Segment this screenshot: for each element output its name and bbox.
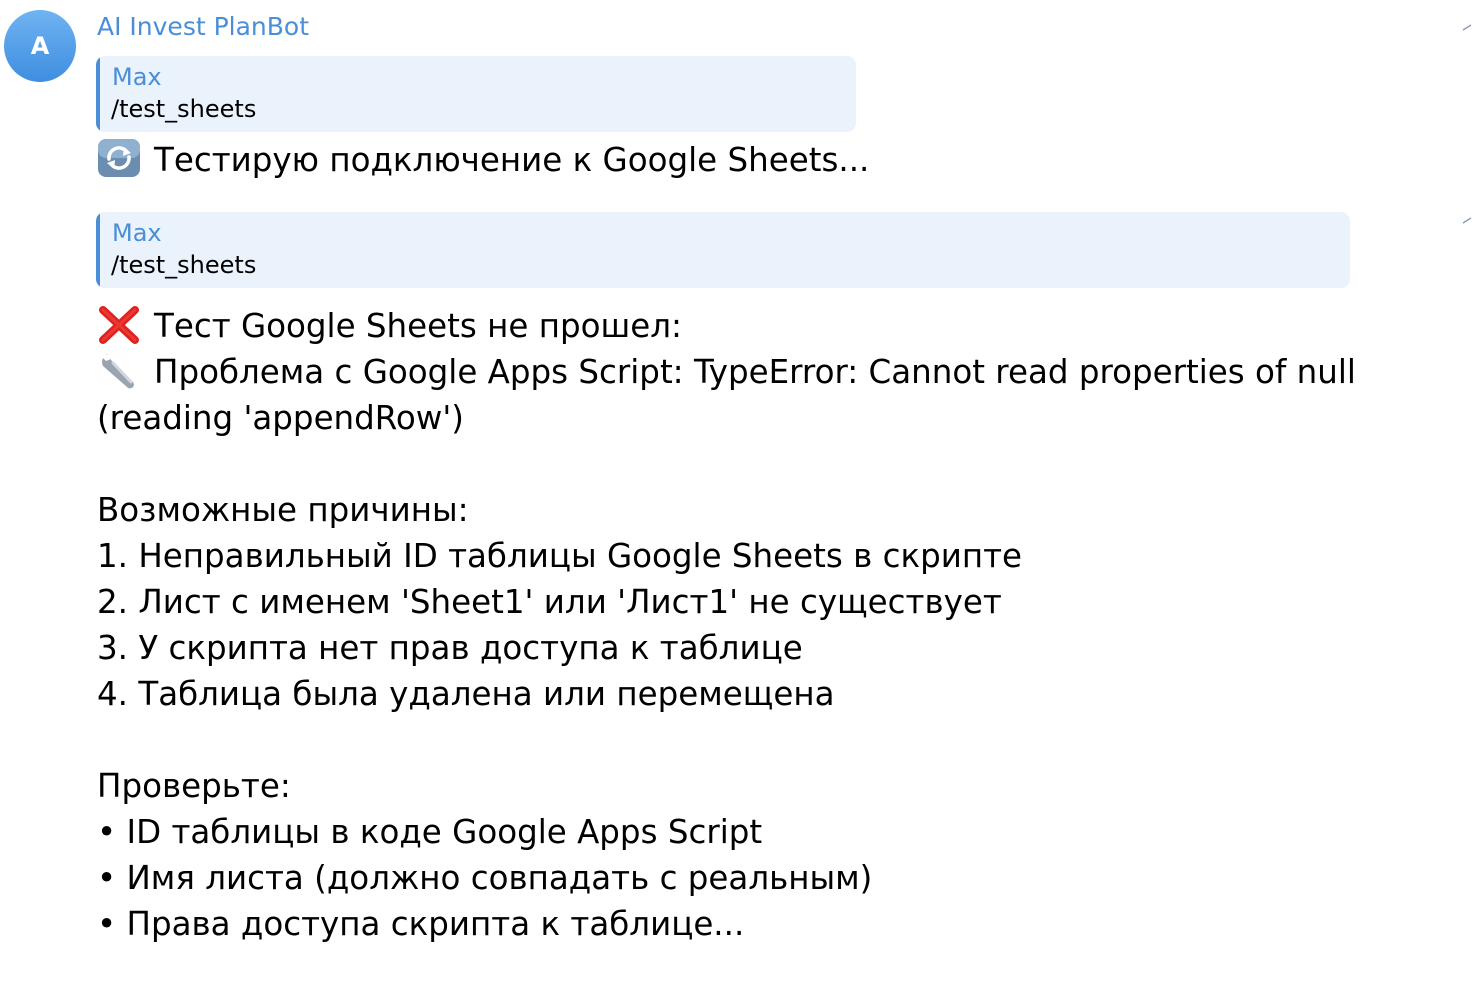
message-line-text: Проблема с Google Apps Script: TypeError… — [154, 353, 1356, 391]
message-text: Тестирую подключение к Google Sheets... — [97, 137, 869, 183]
message-line: • Права доступа скрипта к таблице... — [97, 905, 745, 943]
cross-icon — [99, 306, 139, 344]
read-status-icon — [1462, 217, 1472, 224]
message-line: 1. Неправильный ID таблицы Google Sheets… — [97, 537, 1023, 575]
message-line: 2. Лист с именем 'Sheet1' или 'Лист1' не… — [97, 583, 1002, 621]
message-line: Тест Google Sheets не прошел: — [97, 303, 682, 349]
reply-quote[interactable]: Max /test_sheets — [96, 56, 856, 132]
reply-text: /test_sheets — [111, 95, 257, 123]
message-line: Проверьте: — [97, 767, 291, 805]
sender-name[interactable]: AI Invest PlanBot — [97, 10, 309, 44]
message-line: Возможные причины: — [97, 491, 469, 529]
message-line: Проблема с Google Apps Script: TypeError… — [97, 349, 1356, 395]
message-line-text: Тест Google Sheets не прошел: — [154, 307, 682, 345]
reply-quote[interactable]: Max /test_sheets — [96, 212, 1350, 288]
message-line: 3. У скрипта нет прав доступа к таблице — [97, 629, 803, 667]
message-line: • ID таблицы в коде Google Apps Script — [97, 813, 763, 851]
message-line: 4. Таблица была удалена или перемещена — [97, 675, 835, 713]
message-line: (reading 'appendRow') — [97, 399, 464, 437]
wrench-icon — [101, 354, 134, 389]
message-text-content: Тестирую подключение к Google Sheets... — [154, 141, 870, 179]
refresh-icon — [98, 139, 140, 177]
reply-author: Max — [112, 219, 162, 247]
reply-text: /test_sheets — [111, 251, 257, 279]
bot-avatar[interactable]: A — [4, 10, 76, 82]
reply-author: Max — [112, 63, 162, 91]
message-line: • Имя листа (должно совпадать с реальным… — [97, 859, 873, 897]
read-status-icon — [1462, 24, 1472, 31]
